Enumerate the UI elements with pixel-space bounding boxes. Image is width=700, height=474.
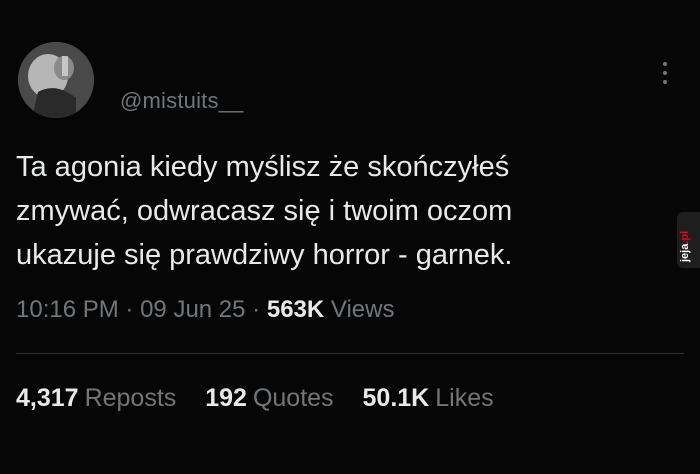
reposts-link[interactable]: 4,317 Reposts	[16, 384, 176, 413]
meta-separator: ·	[125, 296, 134, 323]
tweet-meta: 10:16 PM · 09 Jun 25 · 563K Views	[16, 296, 394, 324]
avatar[interactable]	[18, 42, 94, 118]
author-handle[interactable]: @mistuits__	[120, 88, 244, 114]
more-vertical-icon[interactable]	[660, 62, 670, 92]
likes-link[interactable]: 50.1K Likes	[363, 384, 494, 413]
quotes-count: 192	[205, 384, 247, 412]
avatar-image	[18, 42, 94, 118]
quotes-label: Quotes	[252, 384, 334, 412]
engagement-stats: 4,317 Reposts 192 Quotes 50.1K Likes	[16, 384, 516, 413]
tweet-date[interactable]: 09 Jun 25	[140, 296, 245, 323]
reposts-count: 4,317	[16, 384, 79, 412]
likes-label: Likes	[435, 384, 494, 412]
views-label: Views	[330, 296, 395, 323]
tweet-text-line: Ta agonia kiedy myślisz że skończyłeś	[16, 151, 510, 183]
tweet-card: @mistuits__ Ta agonia kiedy myślisz że s…	[0, 0, 700, 474]
watermark-logo: jeja.pl	[679, 230, 691, 262]
meta-separator: ·	[252, 296, 261, 323]
quotes-link[interactable]: 192 Quotes	[205, 384, 333, 413]
likes-count: 50.1K	[362, 384, 430, 412]
jeja-watermark: jeja.pl	[677, 212, 700, 268]
views-count: 563K	[266, 296, 325, 323]
reposts-label: Reposts	[84, 384, 177, 412]
tweet-text-line: ukazuje się prawdziwy horror - garnek.	[16, 239, 513, 271]
divider	[16, 353, 684, 354]
tweet-text-line: zmywać, odwracasz się i twoim oczom	[16, 195, 513, 227]
tweet-text: Ta agonia kiedy myślisz że skończyłeś zm…	[16, 145, 656, 277]
tweet-time[interactable]: 10:16 PM	[16, 296, 119, 323]
